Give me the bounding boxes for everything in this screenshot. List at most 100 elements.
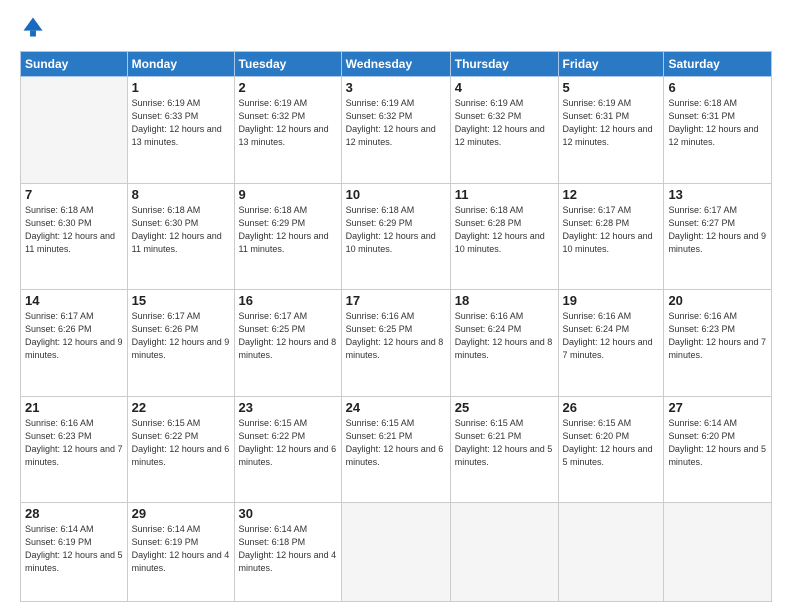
day-info: Sunrise: 6:14 AM Sunset: 6:19 PM Dayligh…	[25, 523, 123, 575]
day-number: 25	[455, 400, 554, 415]
day-number: 3	[346, 80, 446, 95]
calendar-cell	[450, 503, 558, 602]
day-info: Sunrise: 6:18 AM Sunset: 6:30 PM Dayligh…	[132, 204, 230, 256]
day-number: 7	[25, 187, 123, 202]
day-number: 29	[132, 506, 230, 521]
calendar-week-row: 28 Sunrise: 6:14 AM Sunset: 6:19 PM Dayli…	[21, 503, 772, 602]
calendar-cell: 13 Sunrise: 6:17 AM Sunset: 6:27 PM Dayli…	[664, 183, 772, 290]
calendar-cell: 11 Sunrise: 6:18 AM Sunset: 6:28 PM Dayli…	[450, 183, 558, 290]
day-info: Sunrise: 6:18 AM Sunset: 6:30 PM Dayligh…	[25, 204, 123, 256]
day-info: Sunrise: 6:15 AM Sunset: 6:21 PM Dayligh…	[455, 417, 554, 469]
calendar-cell: 1Sunrise: 6:19 AM Sunset: 6:33 PM Daylig…	[127, 77, 234, 184]
day-number: 30	[239, 506, 337, 521]
day-number: 12	[563, 187, 660, 202]
day-info: Sunrise: 6:15 AM Sunset: 6:21 PM Dayligh…	[346, 417, 446, 469]
calendar-cell: 29Sunrise: 6:14 AM Sunset: 6:19 PM Dayli…	[127, 503, 234, 602]
calendar-cell: 24 Sunrise: 6:15 AM Sunset: 6:21 PM Dayli…	[341, 396, 450, 503]
day-info: Sunrise: 6:16 AM Sunset: 6:23 PM Dayligh…	[25, 417, 123, 469]
day-number: 19	[563, 293, 660, 308]
day-number: 14	[25, 293, 123, 308]
calendar-cell: 27 Sunrise: 6:14 AM Sunset: 6:20 PM Dayli…	[664, 396, 772, 503]
calendar-cell: 18 Sunrise: 6:16 AM Sunset: 6:24 PM Dayli…	[450, 290, 558, 397]
calendar-cell: 25 Sunrise: 6:15 AM Sunset: 6:21 PM Dayli…	[450, 396, 558, 503]
calendar-day-header: Sunday	[21, 52, 128, 77]
calendar-cell: 14 Sunrise: 6:17 AM Sunset: 6:26 PM Dayli…	[21, 290, 128, 397]
day-info: Sunrise: 6:15 AM Sunset: 6:22 PM Dayligh…	[239, 417, 337, 469]
calendar-week-row: 1Sunrise: 6:19 AM Sunset: 6:33 PM Daylig…	[21, 77, 772, 184]
day-info: Sunrise: 6:18 AM Sunset: 6:28 PM Dayligh…	[455, 204, 554, 256]
day-number: 22	[132, 400, 230, 415]
calendar-cell: 20 Sunrise: 6:16 AM Sunset: 6:23 PM Dayli…	[664, 290, 772, 397]
day-info: Sunrise: 6:15 AM Sunset: 6:20 PM Dayligh…	[563, 417, 660, 469]
day-info: Sunrise: 6:16 AM Sunset: 6:25 PM Dayligh…	[346, 310, 446, 362]
header	[20, 16, 772, 43]
calendar-day-header: Monday	[127, 52, 234, 77]
day-number: 23	[239, 400, 337, 415]
calendar-cell	[664, 503, 772, 602]
calendar-cell: 19 Sunrise: 6:16 AM Sunset: 6:24 PM Dayli…	[558, 290, 664, 397]
day-number: 8	[132, 187, 230, 202]
day-number: 28	[25, 506, 123, 521]
calendar-cell: 7 Sunrise: 6:18 AM Sunset: 6:30 PM Daylig…	[21, 183, 128, 290]
calendar-day-header: Friday	[558, 52, 664, 77]
day-info: Sunrise: 6:18 AM Sunset: 6:29 PM Dayligh…	[346, 204, 446, 256]
calendar-cell: 15 Sunrise: 6:17 AM Sunset: 6:26 PM Dayli…	[127, 290, 234, 397]
day-number: 11	[455, 187, 554, 202]
page: SundayMondayTuesdayWednesdayThursdayFrid…	[0, 0, 792, 612]
day-info: Sunrise: 6:17 AM Sunset: 6:25 PM Dayligh…	[239, 310, 337, 362]
day-number: 20	[668, 293, 767, 308]
day-info: Sunrise: 6:19 AM Sunset: 6:31 PM Dayligh…	[563, 97, 660, 149]
calendar-cell: 30 Sunrise: 6:14 AM Sunset: 6:18 PM Dayli…	[234, 503, 341, 602]
day-info: Sunrise: 6:16 AM Sunset: 6:23 PM Dayligh…	[668, 310, 767, 362]
day-number: 13	[668, 187, 767, 202]
day-number: 17	[346, 293, 446, 308]
day-number: 16	[239, 293, 337, 308]
calendar-cell	[21, 77, 128, 184]
calendar-cell: 9 Sunrise: 6:18 AM Sunset: 6:29 PM Daylig…	[234, 183, 341, 290]
day-info: Sunrise: 6:16 AM Sunset: 6:24 PM Dayligh…	[563, 310, 660, 362]
calendar-day-header: Thursday	[450, 52, 558, 77]
calendar-cell: 23 Sunrise: 6:15 AM Sunset: 6:22 PM Dayli…	[234, 396, 341, 503]
day-number: 5	[563, 80, 660, 95]
day-number: 2	[239, 80, 337, 95]
day-number: 1	[132, 80, 230, 95]
calendar-cell: 10 Sunrise: 6:18 AM Sunset: 6:29 PM Dayli…	[341, 183, 450, 290]
calendar-cell	[341, 503, 450, 602]
day-info: Sunrise: 6:14 AM Sunset: 6:20 PM Dayligh…	[668, 417, 767, 469]
day-number: 4	[455, 80, 554, 95]
day-number: 10	[346, 187, 446, 202]
day-info: Sunrise: 6:18 AM Sunset: 6:31 PM Dayligh…	[668, 97, 767, 149]
calendar-cell: 5 Sunrise: 6:19 AM Sunset: 6:31 PM Daylig…	[558, 77, 664, 184]
day-info: Sunrise: 6:19 AM Sunset: 6:32 PM Dayligh…	[346, 97, 446, 149]
calendar-cell: 16 Sunrise: 6:17 AM Sunset: 6:25 PM Dayli…	[234, 290, 341, 397]
calendar-cell: 12 Sunrise: 6:17 AM Sunset: 6:28 PM Dayli…	[558, 183, 664, 290]
day-number: 24	[346, 400, 446, 415]
calendar-week-row: 7 Sunrise: 6:18 AM Sunset: 6:30 PM Daylig…	[21, 183, 772, 290]
day-info: Sunrise: 6:18 AM Sunset: 6:29 PM Dayligh…	[239, 204, 337, 256]
day-info: Sunrise: 6:16 AM Sunset: 6:24 PM Dayligh…	[455, 310, 554, 362]
calendar-cell: 2 Sunrise: 6:19 AM Sunset: 6:32 PM Daylig…	[234, 77, 341, 184]
day-number: 26	[563, 400, 660, 415]
calendar-cell: 26 Sunrise: 6:15 AM Sunset: 6:20 PM Dayli…	[558, 396, 664, 503]
calendar-header-row: SundayMondayTuesdayWednesdayThursdayFrid…	[21, 52, 772, 77]
day-info: Sunrise: 6:17 AM Sunset: 6:26 PM Dayligh…	[25, 310, 123, 362]
day-info: Sunrise: 6:17 AM Sunset: 6:26 PM Dayligh…	[132, 310, 230, 362]
day-number: 27	[668, 400, 767, 415]
calendar-cell: 21Sunrise: 6:16 AM Sunset: 6:23 PM Dayli…	[21, 396, 128, 503]
day-number: 18	[455, 293, 554, 308]
calendar-week-row: 14 Sunrise: 6:17 AM Sunset: 6:26 PM Dayli…	[21, 290, 772, 397]
logo	[20, 16, 48, 43]
day-number: 15	[132, 293, 230, 308]
day-info: Sunrise: 6:19 AM Sunset: 6:32 PM Dayligh…	[239, 97, 337, 149]
calendar-cell: 6 Sunrise: 6:18 AM Sunset: 6:31 PM Daylig…	[664, 77, 772, 184]
day-number: 9	[239, 187, 337, 202]
day-number: 6	[668, 80, 767, 95]
calendar-cell: 22Sunrise: 6:15 AM Sunset: 6:22 PM Dayli…	[127, 396, 234, 503]
calendar-cell: 28 Sunrise: 6:14 AM Sunset: 6:19 PM Dayli…	[21, 503, 128, 602]
day-info: Sunrise: 6:17 AM Sunset: 6:28 PM Dayligh…	[563, 204, 660, 256]
calendar-cell: 3 Sunrise: 6:19 AM Sunset: 6:32 PM Daylig…	[341, 77, 450, 184]
day-info: Sunrise: 6:14 AM Sunset: 6:18 PM Dayligh…	[239, 523, 337, 575]
calendar-cell	[558, 503, 664, 602]
calendar-cell: 8 Sunrise: 6:18 AM Sunset: 6:30 PM Daylig…	[127, 183, 234, 290]
day-info: Sunrise: 6:17 AM Sunset: 6:27 PM Dayligh…	[668, 204, 767, 256]
